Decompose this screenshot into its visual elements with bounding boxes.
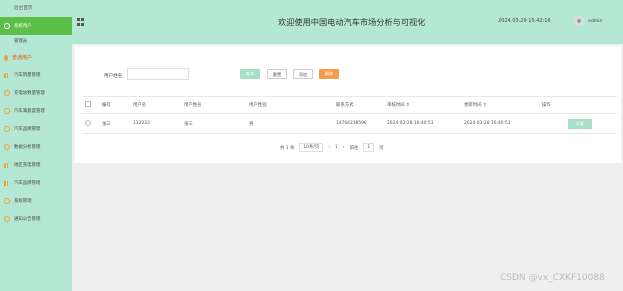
sidebar-item-label: 普通用户	[12, 55, 33, 61]
sidebar-item-label: 系统管理	[14, 199, 32, 204]
query-button[interactable]: 查询	[240, 69, 260, 79]
main-panel: 用户姓名 查询 重置 添加 删除 编号 用户名 用户姓名 用户性别 联系方式 审…	[75, 46, 621, 163]
column-header[interactable]: 审核时间 ⇕	[384, 96, 461, 114]
select-all-checkbox[interactable]	[85, 101, 91, 107]
column-header[interactable]: 更新时间 ⇕	[461, 96, 539, 114]
table-header-row: 编号 用户名 用户姓名 用户性别 联系方式 审核时间 ⇕ 更新时间 ⇕ 操作	[82, 96, 617, 114]
gear-icon	[4, 144, 10, 150]
gear-icon	[4, 126, 10, 132]
sidebar-item-sales[interactable]: 汽车销量管理	[0, 66, 72, 84]
username[interactable]: admin	[588, 19, 602, 24]
menu-grid-icon[interactable]	[77, 18, 85, 26]
sidebar-item-label: 通知公告管理	[14, 217, 41, 222]
add-button[interactable]: 添加	[293, 69, 313, 79]
sidebar-item-brands[interactable]: 汽车品牌管理	[0, 120, 72, 138]
detail-button[interactable]: 详情	[567, 118, 592, 129]
pagination: 共 1 条 10条/页 ‹ 1 › 前往 1 页	[280, 143, 389, 152]
sidebar-item-satisfaction[interactable]: 汽车满意度管理	[0, 102, 72, 120]
column-header: 操作	[539, 96, 617, 114]
sidebar-item-brands-2[interactable]: 汽车品牌管理	[0, 174, 72, 192]
column-header: 联系方式	[333, 96, 384, 114]
sidebar-item-charging-stations[interactable]: 充电站数量管理	[0, 84, 72, 102]
gear-icon	[4, 90, 10, 96]
table-cell: 张三	[99, 113, 130, 134]
select-all-cell[interactable]	[82, 96, 99, 114]
row-radio[interactable]	[85, 119, 91, 126]
column-header: 用户姓名	[181, 96, 246, 114]
sidebar-item-label: 数据分析管理	[14, 145, 41, 150]
column-header: 用户性别	[246, 96, 333, 114]
sidebar-subitem-admin[interactable]: 管理员	[0, 35, 72, 49]
search-input[interactable]	[127, 68, 189, 80]
gear-icon	[4, 198, 10, 204]
table-cell: 男	[246, 113, 333, 134]
current-page[interactable]: 1	[335, 145, 338, 150]
pagination-total: 共 1 条	[280, 145, 295, 151]
datetime-display: 2024.03.29 15:42:16	[498, 18, 551, 24]
reset-button[interactable]: 重置	[267, 69, 287, 79]
table-row[interactable]: 张三 112233 张三 男 14764238596 2024-03-28 16…	[82, 113, 617, 134]
sidebar-item-label: 充电站数量管理	[14, 91, 45, 96]
table-cell: 14764238596	[333, 113, 384, 134]
sidebar-item-label: 汽车满意度管理	[14, 109, 45, 114]
bar-chart-icon	[4, 180, 10, 186]
bar-chart-icon	[4, 162, 10, 168]
sidebar-item-data-analysis[interactable]: 数据分析管理	[0, 138, 72, 156]
avatar[interactable]	[574, 16, 584, 26]
row-select-cell[interactable]	[82, 113, 99, 134]
sidebar-item-system[interactable]: 系统管理	[0, 192, 72, 210]
goto-suffix: 页	[379, 145, 384, 151]
gear-icon	[4, 23, 10, 29]
page-title: 欢迎使用中国电动汽车市场分析与可视化	[278, 17, 426, 27]
sidebar-item-label: 系统用户	[14, 24, 32, 29]
sidebar: 后台首页 系统用户 管理员 普通用户 汽车销量管理 充电站数量管理 汽车满意度管…	[0, 0, 72, 291]
sidebar-item-home[interactable]: 后台首页	[0, 0, 72, 17]
gear-icon	[4, 216, 10, 222]
next-page-button[interactable]: ›	[343, 145, 345, 150]
table-cell: 张三	[181, 113, 246, 134]
top-bar: 欢迎使用中国电动汽车市场分析与可视化 2024.03.29 15:42:16 a…	[72, 0, 623, 44]
sidebar-item-label: 地区充电管理	[14, 163, 41, 168]
users-table: 编号 用户名 用户姓名 用户性别 联系方式 审核时间 ⇕ 更新时间 ⇕ 操作 张…	[82, 96, 617, 134]
bar-chart-icon	[4, 72, 10, 78]
goto-label: 前往	[349, 145, 359, 151]
actions-cell: 详情	[539, 113, 617, 134]
goto-input[interactable]: 1	[363, 143, 375, 152]
prev-page-button[interactable]: ‹	[328, 145, 330, 150]
search-label: 用户姓名	[104, 74, 123, 79]
table-cell: 2024-03-28 16:40:51	[384, 113, 461, 134]
sidebar-item-normal-users[interactable]: 普通用户	[0, 49, 72, 66]
sidebar-item-notices[interactable]: 通知公告管理	[0, 210, 72, 228]
column-header: 用户名	[130, 96, 181, 114]
location-pin-icon	[4, 54, 8, 61]
delete-button[interactable]: 删除	[319, 69, 339, 79]
sidebar-item-label: 汽车品牌管理	[14, 181, 41, 186]
sidebar-item-system-users[interactable]: 系统用户	[0, 17, 72, 35]
gear-icon	[4, 108, 10, 114]
watermark: CSDN @vx_CXKF10088	[500, 273, 605, 283]
sidebar-item-label: 汽车销量管理	[14, 73, 41, 78]
sidebar-item-label: 汽车品牌管理	[14, 127, 41, 132]
table-cell: 2024-03-28 16:40:51	[461, 113, 539, 134]
page-size-select[interactable]: 10条/页	[299, 143, 324, 152]
sidebar-item-region-charging[interactable]: 地区充电管理	[0, 156, 72, 174]
table-cell: 112233	[130, 113, 181, 134]
column-header: 编号	[99, 96, 130, 114]
